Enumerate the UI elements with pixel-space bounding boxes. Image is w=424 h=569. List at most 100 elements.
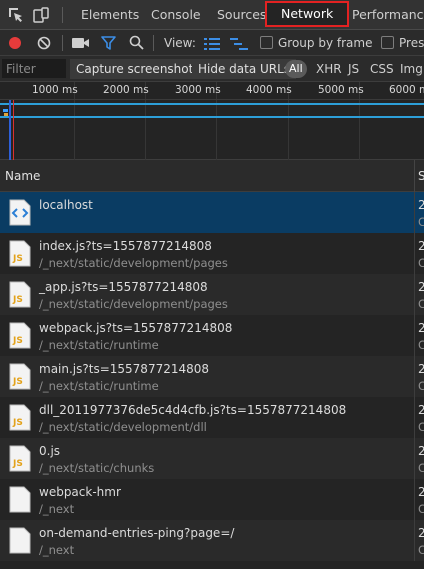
group-by-frame-label: Group by frame [278,36,373,50]
request-status-text: C [418,256,424,270]
hide-data-urls-button[interactable]: Hide data URLs [192,59,297,79]
request-status-text: C [418,461,424,475]
device-toolbar-icon[interactable] [33,7,49,23]
record-icon[interactable] [8,36,22,53]
timeline-bar-long [0,116,424,118]
tab-sources[interactable]: Sources [217,0,266,30]
tab-performance[interactable]: Performance [352,0,424,30]
tab-console[interactable]: Console [151,0,201,30]
search-icon[interactable] [129,35,144,53]
type-filter-js[interactable]: JS [348,56,359,82]
dom-content-loaded-marker [9,100,11,160]
column-divider [414,315,415,356]
js-file-icon: JS [9,240,31,267]
group-by-frame-checkbox[interactable] [260,36,273,49]
inspect-element-icon[interactable] [8,7,24,23]
column-header-status[interactable]: S [418,160,424,192]
column-divider [414,192,415,233]
js-file-icon: JS [9,404,31,431]
type-filter-all[interactable]: All [285,60,307,78]
waterfall-icon[interactable] [230,38,248,53]
clear-icon[interactable] [37,36,51,53]
request-path: /_next [39,502,75,516]
request-path: /_next/static/runtime [39,379,159,393]
svg-text:JS: JS [12,459,23,469]
view-label: View: [164,36,196,50]
table-row[interactable]: JS 0.js /_next/static/chunks 2 C [0,438,424,479]
request-path: /_next/static/development/pages [39,256,228,270]
js-file-icon: JS [9,322,31,349]
request-name: on-demand-entries-ping?page=/ [39,526,235,540]
timeline-bar-short [3,109,8,112]
table-row[interactable]: JS main.js?ts=1557877214808 /_next/stati… [0,356,424,397]
request-path: /_next/static/runtime [39,338,159,352]
request-name: webpack-hmr [39,485,121,499]
large-rows-icon[interactable] [204,38,220,53]
camera-icon[interactable] [72,37,90,52]
svg-text:JS: JS [12,336,23,346]
html-document-icon [9,199,31,226]
request-status-text: C [418,502,424,516]
tick-label: 5000 ms [318,84,364,96]
request-path: /_next [39,543,75,557]
timeline-ruler: 1000 ms 2000 ms 3000 ms 4000 ms 5000 ms … [0,82,424,100]
table-row[interactable]: JS _app.js?ts=1557877214808 /_next/stati… [0,274,424,315]
request-name: index.js?ts=1557877214808 [39,239,212,253]
network-toolbar: View: Group by frame Prese [0,30,424,56]
table-row[interactable]: JS webpack.js?ts=1557877214808 /_next/st… [0,315,424,356]
timeline-overview[interactable]: 1000 ms 2000 ms 3000 ms 4000 ms 5000 ms … [0,82,424,160]
filter-bar: Capture screenshots Hide data URLs All X… [0,56,424,82]
request-status: 2 [418,403,424,417]
tick-label: 6000 ms [389,84,424,96]
js-file-icon: JS [9,363,31,390]
request-path: /_next/static/development/pages [39,297,228,311]
requests-table-body: localhost 2 C JS index.js?ts=15578772148… [0,192,424,569]
request-name: 0.js [39,444,61,458]
request-path: /_next/static/chunks [39,461,155,475]
type-filter-img[interactable]: Img [400,56,423,82]
js-file-icon: JS [9,445,31,472]
column-divider [414,479,415,520]
request-status-text: C [418,420,424,434]
column-divider [414,438,415,479]
svg-text:JS: JS [12,377,23,387]
preserve-log-checkbox[interactable] [381,36,394,49]
request-name: main.js?ts=1557877214808 [39,362,210,376]
filter-input[interactable] [2,59,66,78]
request-status-text: C [418,338,424,352]
request-status-text: C [418,297,424,311]
request-name: localhost [39,198,93,212]
type-filter-css[interactable]: CSS [370,56,394,82]
devtools-tabbar: Elements Console Sources Network Perform… [0,0,424,30]
type-filter-xhr[interactable]: XHR [316,56,342,82]
request-name: _app.js?ts=1557877214808 [39,280,208,294]
table-row[interactable]: localhost 2 C [0,192,424,233]
filter-funnel-icon[interactable] [101,36,116,53]
table-row[interactable]: JS dll_2011977376de5c4d4cfb.js?ts=155787… [0,397,424,438]
tick-label: 1000 ms [32,84,78,96]
tab-elements[interactable]: Elements [81,0,139,30]
table-row[interactable]: JS index.js?ts=1557877214808 /_next/stat… [0,233,424,274]
svg-text:JS: JS [12,295,23,305]
tick-label: 2000 ms [103,84,149,96]
request-path: /_next/static/development/dll [39,420,207,434]
request-name: webpack.js?ts=1557877214808 [39,321,233,335]
request-status: 2 [418,321,424,335]
tab-network[interactable]: Network [265,1,350,27]
js-file-icon: JS [9,281,31,308]
tick-label: 4000 ms [246,84,292,96]
tick-label: 3000 ms [175,84,221,96]
timeline-bar-long [0,103,424,105]
request-status: 2 [418,485,424,499]
column-divider[interactable] [414,160,415,192]
blank-file-icon [9,486,31,513]
request-status: 2 [418,280,424,294]
column-header-name[interactable]: Name [5,160,40,192]
request-status: 2 [418,239,424,253]
column-divider [414,233,415,274]
capture-screenshots-button[interactable]: Capture screenshots [70,59,206,79]
load-event-marker [13,100,14,160]
table-row[interactable]: on-demand-entries-ping?page=/ /_next 2 C [0,520,424,561]
requests-table-header: Name S [0,160,424,192]
table-row[interactable]: webpack-hmr /_next 2 C [0,479,424,520]
